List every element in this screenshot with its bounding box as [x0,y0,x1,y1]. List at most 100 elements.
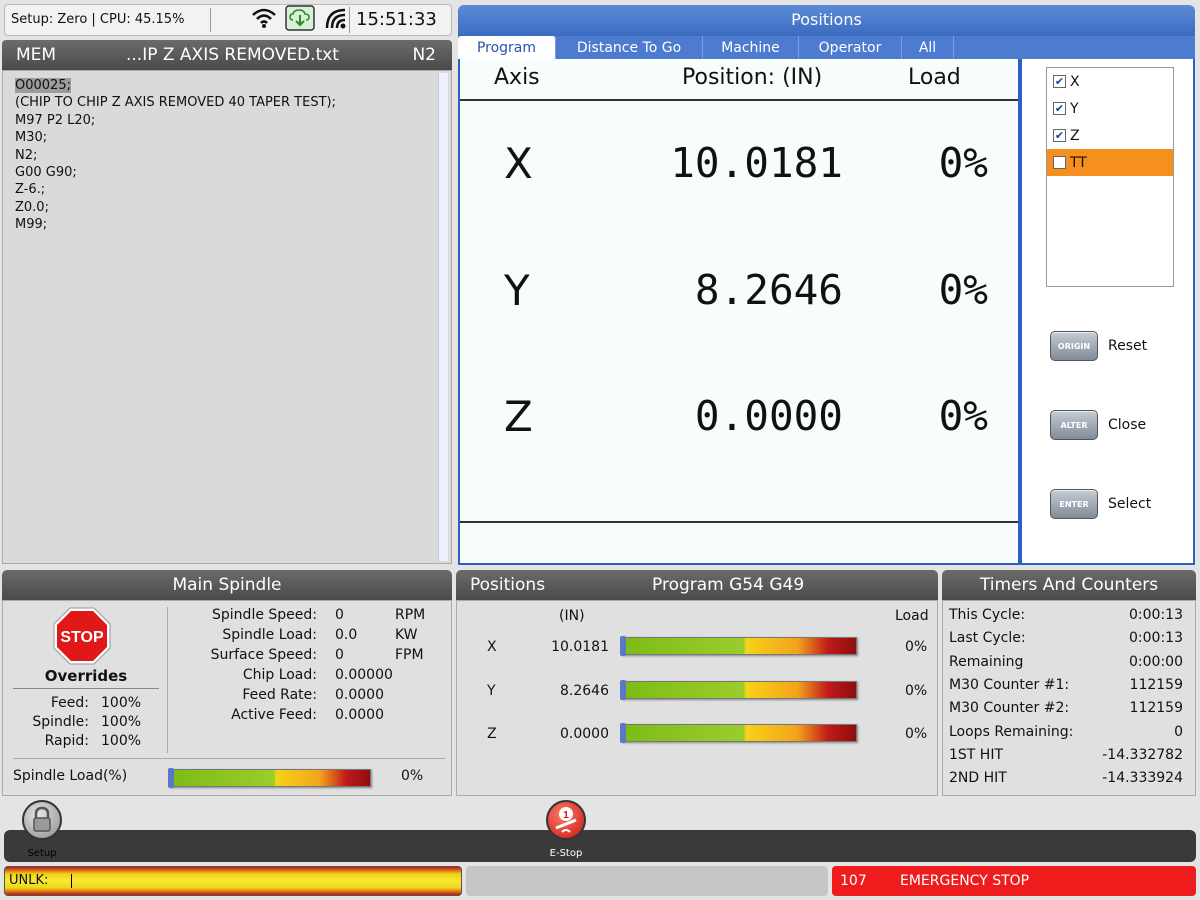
tab-distance-to-go[interactable]: Distance To Go [556,36,703,59]
header-divider [460,99,1018,101]
program-line[interactable]: (CHIP TO CHIP Z AXIS REMOVED 40 TAPER TE… [15,94,336,111]
reset-action[interactable]: ORIGIN Reset [1050,331,1147,361]
alarm-code: 107 [840,873,867,889]
axis-list-item-tt[interactable]: TT [1047,149,1173,176]
mini-load-indicator [620,636,626,656]
mini-load-indicator [620,723,626,743]
close-label: Close [1108,417,1147,433]
param-value: 0 [335,647,344,663]
message-strip [466,866,828,896]
setup-cpu-text: Setup: Zero | CPU: 45.15% [5,8,211,32]
main-spindle-panel: Main Spindle STOP Overrides Feed: 100% S… [2,570,452,796]
param-name: Surface Speed: [210,647,317,663]
alarm-message: EMERGENCY STOP [900,873,1030,889]
checkbox-checked-icon[interactable]: ✔ [1053,129,1066,142]
program-editor[interactable]: O00025; (CHIP TO CHIP Z AXIS REMOVED 40 … [2,70,452,564]
timer-row: This Cycle: 0:00:13 [949,607,1183,623]
select-label: Select [1108,496,1152,512]
axis-label-z: Z [504,392,533,441]
stop-icon: STOP [53,607,111,669]
timer-row: Last Cycle: 0:00:13 [949,630,1183,646]
axis-select-list[interactable]: ✔ X ✔ Y ✔ Z TT [1046,67,1174,287]
tab-program[interactable]: Program [458,36,556,59]
counter-row[interactable]: M30 Counter #2: 112159 [949,700,1183,720]
mini-value-z: 0.0000 [560,726,609,742]
override-rapid-value: 100% [101,733,142,749]
origin-key-icon[interactable]: ORIGIN [1050,331,1098,361]
program-line[interactable]: N2; [15,147,336,164]
estop-button[interactable]: 1 E-Stop [540,800,592,859]
program-line[interactable]: M99; [15,216,336,233]
axis-list-item-x[interactable]: ✔ X [1047,68,1173,95]
positions-mini-load-header: Load [895,608,929,624]
program-line[interactable]: Z-6.; [15,181,336,198]
param-name: Spindle Load: [222,627,317,643]
text-cursor [70,873,72,888]
program-line[interactable]: Z0.0; [15,199,336,216]
alter-key-icon[interactable]: ALTER [1050,410,1098,440]
program-line[interactable]: M30; [15,129,336,146]
setup-label: Setup [27,848,57,859]
unlock-status-bar: UNLK: [4,866,462,896]
axis-list-item-z[interactable]: ✔ Z [1047,122,1173,149]
cloud-download-icon[interactable] [285,5,315,35]
mini-load-bar-x [620,636,857,656]
spindle-load-value: 0% [401,768,424,784]
axis-list-item-y[interactable]: ✔ Y [1047,95,1173,122]
mini-load-z: 0% [905,726,928,742]
positions-title: Positions [458,5,1195,36]
estop-label: E-Stop [549,848,583,859]
mini-axis-x: X [487,639,497,655]
positions-side-panel: ✔ X ✔ Y ✔ Z TT ORIGIN Reset ALTER Close … [1020,59,1195,565]
axis-load-x: 0% [938,139,988,187]
checkbox-checked-icon[interactable]: ✔ [1053,102,1066,115]
estop-icon[interactable]: 1 [546,800,586,840]
program-scrollbar[interactable] [438,73,448,561]
mini-load-bar-z [620,723,857,743]
mini-value-y: 8.2646 [560,683,609,699]
overrides-title: Overrides [44,667,128,685]
close-action[interactable]: ALTER Close [1050,410,1146,440]
select-action[interactable]: ENTER Select [1050,489,1151,519]
param-unit: RPM [395,607,426,623]
override-rapid-label: Rapid: [44,733,89,749]
counter-row[interactable]: M30 Counter #1: 112159 [949,677,1183,697]
alarm-bar[interactable]: 107 EMERGENCY STOP [832,866,1196,896]
spindle-vertical-divider [167,607,168,753]
mini-load-y: 0% [905,683,928,699]
network-share-icon[interactable] [323,6,349,34]
program-header: MEM ...IP Z AXIS REMOVED.txt N2 [2,40,452,70]
lock-icon[interactable] [22,800,62,840]
program-lines[interactable]: O00025; (CHIP TO CHIP Z AXIS REMOVED 40 … [15,77,336,234]
param-value: 0 [335,607,344,623]
main-spindle-title: Main Spindle [2,570,452,600]
mini-load-x: 0% [905,639,928,655]
positions-mini-unit: (IN) [559,608,585,624]
checkbox-unchecked-icon[interactable] [1053,156,1066,169]
tab-machine[interactable]: Machine [703,36,799,59]
positions-mini-header: Positions Program G54 G49 [456,570,938,600]
axis-value-x: 10.0181 [670,139,843,187]
setup-button[interactable]: Setup [18,800,66,859]
program-line[interactable]: M97 P2 L20; [15,112,336,129]
program-line-current[interactable]: O00025; [15,77,336,94]
column-position: Position: (IN) [682,65,823,90]
column-axis: Axis [494,65,540,90]
footer-divider [460,521,1018,523]
wifi-icon[interactable] [251,7,277,33]
spindle-load-bar [168,768,371,788]
spindle-load-label: Spindle Load(%) [13,768,128,784]
enter-key-icon[interactable]: ENTER [1050,489,1098,519]
program-filename: ...IP Z AXIS REMOVED.txt [126,45,339,65]
checkbox-checked-icon[interactable]: ✔ [1053,75,1066,88]
param-name: Chip Load: [242,667,317,683]
tab-all[interactable]: All [902,36,954,59]
param-name: Spindle Speed: [212,607,317,623]
unlk-label: UNLK: [9,873,49,888]
macro-row: 2ND HIT -14.333924 [949,770,1183,786]
svg-text:1: 1 [563,810,569,821]
timers-counters-panel: Timers And Counters This Cycle: 0:00:13 L… [942,570,1196,796]
param-name: Feed Rate: [242,687,317,703]
tab-operator[interactable]: Operator [799,36,902,59]
program-line[interactable]: G00 G90; [15,164,336,181]
